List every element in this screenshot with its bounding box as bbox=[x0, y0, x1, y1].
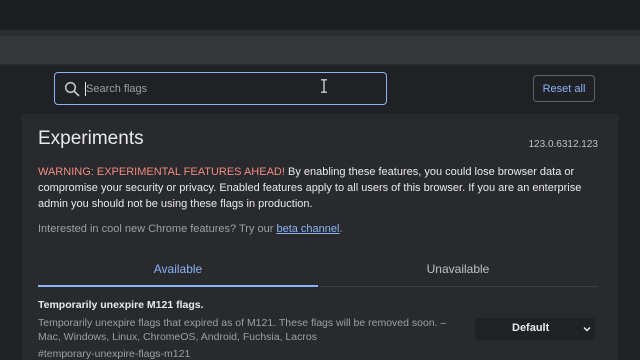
text-cursor-icon bbox=[321, 79, 327, 93]
search-input[interactable] bbox=[86, 76, 376, 101]
flag-description: Temporarily unexpire flags that expired … bbox=[38, 317, 447, 343]
promo-message: Interested in cool new Chrome features? … bbox=[38, 223, 343, 235]
active-tab-indicator bbox=[38, 285, 318, 287]
flag-state-dropdown[interactable]: Default bbox=[475, 318, 595, 340]
flag-anchor-link[interactable]: #temporary-unexpire-flags-m121 bbox=[38, 348, 190, 360]
beta-channel-link[interactable]: beta channel bbox=[276, 223, 339, 235]
warning-label: WARNING: EXPERIMENTAL FEATURES AHEAD! bbox=[38, 166, 285, 178]
tab-unavailable[interactable]: Unavailable bbox=[318, 260, 598, 287]
flag-title: Temporarily unexpire M121 flags. bbox=[38, 299, 204, 311]
reset-all-button[interactable]: Reset all bbox=[533, 75, 595, 102]
page-title: Experiments bbox=[38, 128, 144, 149]
warning-message: WARNING: EXPERIMENTAL FEATURES AHEAD! By… bbox=[38, 164, 598, 212]
search-icon bbox=[64, 81, 80, 97]
promo-suffix: . bbox=[339, 223, 343, 235]
flag-state-value: Default bbox=[512, 322, 550, 334]
tab-available[interactable]: Available bbox=[38, 260, 318, 287]
window-titlebar bbox=[0, 0, 640, 30]
promo-text: Interested in cool new Chrome features? … bbox=[38, 223, 277, 235]
browser-toolbar bbox=[0, 36, 640, 64]
version-label: 123.0.6312.123 bbox=[528, 139, 598, 150]
chevron-down-icon bbox=[583, 326, 591, 332]
